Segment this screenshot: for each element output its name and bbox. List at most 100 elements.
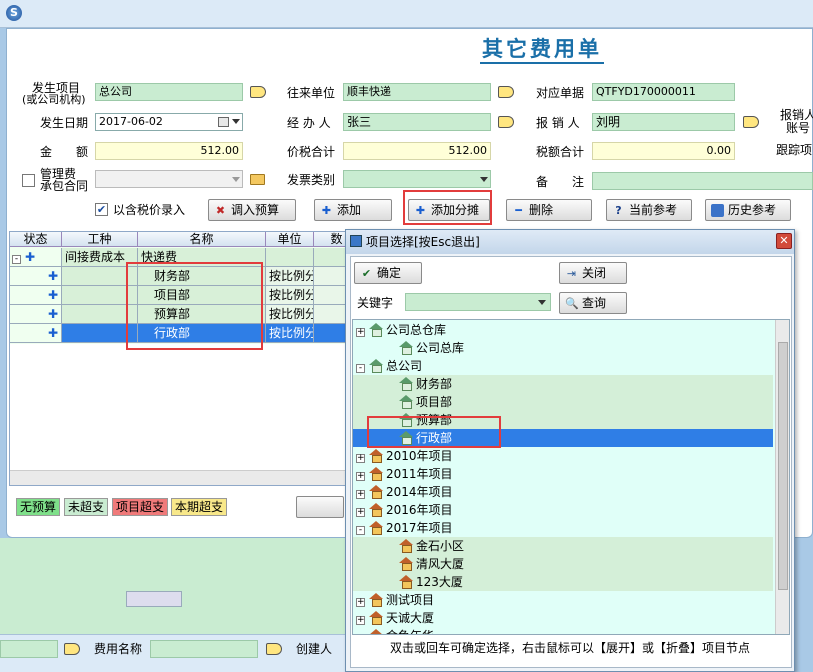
- pick-hand-icon[interactable]: [498, 116, 514, 128]
- row-unit-cell[interactable]: 按比例分: [266, 286, 314, 305]
- collapse-toggle[interactable]: -: [356, 364, 365, 373]
- dialog-close-button[interactable]: ✕: [776, 233, 792, 249]
- col-header-status[interactable]: 状态: [10, 232, 62, 247]
- col-header-name[interactable]: 名称: [138, 232, 266, 247]
- row-unit-cell[interactable]: 按比例分: [266, 305, 314, 324]
- invoice-type-dropdown[interactable]: [343, 170, 491, 188]
- ref-doc-field[interactable]: QTFYD170000011: [592, 83, 735, 101]
- col-header-unit[interactable]: 单位: [266, 232, 314, 247]
- tree-node[interactable]: + 公司总仓库: [353, 321, 773, 339]
- calendar-icon[interactable]: [218, 117, 229, 127]
- remark-field[interactable]: [592, 172, 813, 190]
- house-icon: [369, 485, 383, 499]
- tree-node[interactable]: +2016年项目: [353, 501, 773, 519]
- expand-toggle[interactable]: +: [356, 508, 365, 517]
- keyword-input[interactable]: [405, 293, 551, 311]
- delete-button[interactable]: ━ 删除: [506, 199, 592, 221]
- history-ref-button[interactable]: 历史参考: [705, 199, 791, 221]
- delete-label: 删除: [529, 203, 554, 217]
- chevron-down-icon[interactable]: [480, 177, 488, 182]
- confirm-button[interactable]: ✔ 确定: [354, 262, 422, 284]
- chevron-down-icon[interactable]: [232, 119, 240, 124]
- pick-hand-icon[interactable]: [498, 86, 514, 98]
- expand-toggle[interactable]: +: [356, 616, 365, 625]
- collapse-toggle[interactable]: -: [12, 255, 21, 264]
- tree-vertical-scrollbar[interactable]: [775, 320, 789, 634]
- chevron-down-icon[interactable]: [232, 177, 240, 182]
- bottom-left-field[interactable]: [0, 640, 58, 658]
- query-button[interactable]: 🔍 查询: [559, 292, 627, 314]
- row-unit-cell[interactable]: 按比例分: [266, 324, 314, 343]
- add-button[interactable]: ✚ 添加: [314, 199, 392, 221]
- exit-door-icon: ⇥: [566, 267, 577, 280]
- total-label: 价税合计: [287, 145, 336, 159]
- pick-hand-icon[interactable]: [266, 643, 282, 655]
- collapse-toggle[interactable]: -: [356, 526, 365, 535]
- expand-toggle[interactable]: +: [356, 490, 365, 499]
- row-status-cell[interactable]: ✚: [10, 267, 62, 286]
- legend-no-budget: 无预算: [16, 498, 61, 516]
- house-icon: [369, 593, 383, 607]
- tree-node[interactable]: +2010年项目: [353, 447, 773, 465]
- reimburser-field[interactable]: 刘明: [592, 113, 735, 131]
- tree-node[interactable]: + 金鱼年华: [353, 627, 773, 635]
- amount-field[interactable]: 512.00: [95, 142, 243, 160]
- tree-node[interactable]: + 测试项目: [353, 591, 773, 609]
- project-field[interactable]: 总公司: [95, 83, 243, 101]
- dialog-title: 项目选择[按Esc退出]: [366, 235, 480, 249]
- house-icon: [399, 575, 413, 589]
- tree-node[interactable]: +2011年项目: [353, 465, 773, 483]
- expand-toggle[interactable]: +: [356, 454, 365, 463]
- row-status-cell[interactable]: ✚: [10, 305, 62, 324]
- tree-node[interactable]: 清风大厦: [353, 555, 773, 573]
- pick-hand-icon[interactable]: [250, 86, 266, 98]
- row-status-cell[interactable]: ✚: [10, 324, 62, 343]
- tree-node[interactable]: 123大厦: [353, 573, 773, 591]
- group-status-cell[interactable]: - ✚: [10, 248, 62, 267]
- counterparty-field[interactable]: 顺丰快递: [343, 83, 491, 101]
- grid-header: 状态 工种 名称 单位 数: [10, 232, 358, 247]
- tree-node[interactable]: 项目部: [353, 393, 773, 411]
- close-button[interactable]: ⇥ 关闭: [559, 262, 627, 284]
- scroll-thumb[interactable]: [778, 342, 788, 590]
- print-button[interactable]: [296, 496, 344, 518]
- tree-node[interactable]: +2014年项目: [353, 483, 773, 501]
- total-field[interactable]: 512.00: [343, 142, 491, 160]
- tree-node[interactable]: - 总公司: [353, 357, 773, 375]
- expand-toggle[interactable]: +: [356, 598, 365, 607]
- expand-toggle[interactable]: +: [356, 328, 365, 337]
- plus-icon: ✚: [48, 269, 59, 283]
- mgmt-fee-dropdown[interactable]: [95, 170, 243, 188]
- group-unit-cell[interactable]: [266, 248, 314, 267]
- help-cursor-icon: ?: [615, 204, 622, 217]
- tree-node-label: 2016年项目: [386, 503, 453, 517]
- tree-node[interactable]: 金石小区: [353, 537, 773, 555]
- horizontal-scrollbar[interactable]: [10, 470, 358, 485]
- tree-node[interactable]: + 天诚大厦: [353, 609, 773, 627]
- remark-label: 备 注: [536, 175, 585, 189]
- tax-field[interactable]: 0.00: [592, 142, 735, 160]
- tree-node[interactable]: 公司总库: [353, 339, 773, 357]
- house-icon: [369, 323, 383, 337]
- pick-hand-icon[interactable]: [64, 643, 80, 655]
- pick-hand-icon[interactable]: [743, 116, 759, 128]
- house-icon: [369, 359, 383, 373]
- fee-name-field[interactable]: [150, 640, 258, 658]
- invoice-type-label: 发票类别: [287, 173, 336, 187]
- row-status-cell[interactable]: ✚: [10, 286, 62, 305]
- expand-toggle[interactable]: +: [356, 472, 365, 481]
- col-header-type[interactable]: 工种: [62, 232, 138, 247]
- chevron-down-icon[interactable]: [538, 300, 546, 305]
- current-ref-button[interactable]: ? 当前参考: [606, 199, 692, 221]
- house-icon: [399, 341, 413, 355]
- add-label: 添加: [337, 203, 362, 217]
- folder-icon[interactable]: [250, 174, 265, 185]
- tree-node[interactable]: - 2017年项目: [353, 519, 773, 537]
- tax-inclusive-checkbox[interactable]: ✔: [95, 203, 108, 216]
- import-budget-button[interactable]: ✖ 调入预算: [208, 199, 296, 221]
- handler-field[interactable]: 张三: [343, 113, 491, 131]
- tree-node[interactable]: 财务部: [353, 375, 773, 393]
- row-unit-cell[interactable]: 按比例分: [266, 267, 314, 286]
- expand-toggle[interactable]: +: [357, 634, 365, 635]
- mgmt-fee-checkbox[interactable]: [22, 174, 35, 187]
